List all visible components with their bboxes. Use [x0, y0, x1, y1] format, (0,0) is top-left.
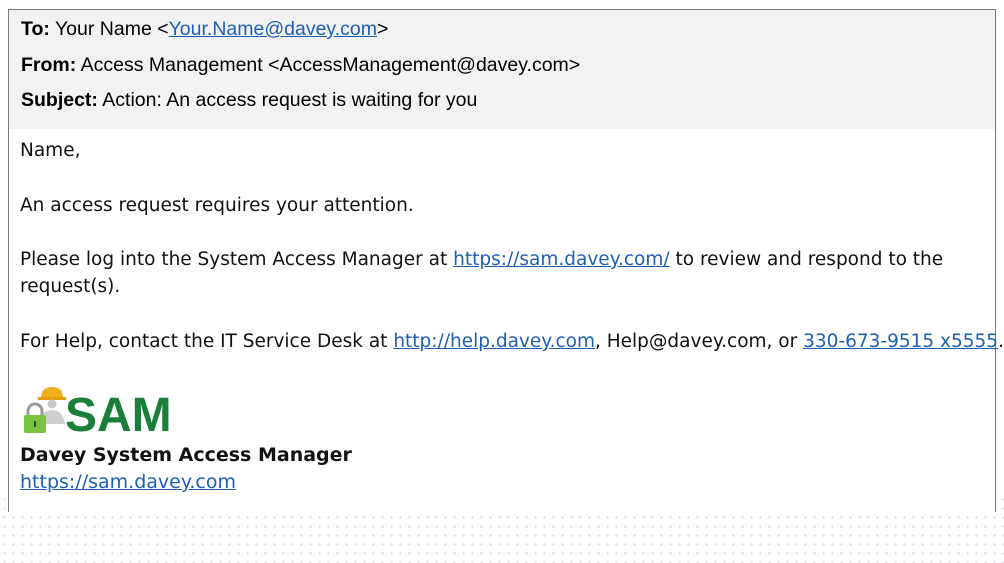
greeting: Name,: [20, 140, 81, 161]
signature-title: Davey System Access Manager: [20, 444, 352, 466]
signature-link[interactable]: https://sam.davey.com: [20, 471, 236, 493]
padlock-icon: [26, 402, 44, 416]
subject-value: Action: An access request is waiting for…: [102, 89, 478, 111]
line3-end: .: [998, 331, 1004, 352]
line2-post: to review and respond to the: [669, 249, 944, 270]
from-row: From: Access Management <AccessManagemen…: [21, 54, 580, 77]
line3-text: For Help, contact the IT Service Desk at: [20, 331, 394, 352]
to-row: To: Your Name <Your.Name@davey.com>: [21, 18, 388, 41]
from-label: From:: [21, 54, 77, 76]
to-close: >: [377, 18, 389, 40]
to-address-link[interactable]: Your.Name@davey.com: [169, 18, 377, 40]
sam-logo-text: SAM: [65, 389, 172, 436]
line2-text: Please log into the System Access Manage…: [20, 249, 454, 270]
hardhat-icon: [41, 387, 63, 398]
to-name: Your Name <: [54, 18, 169, 40]
help-link[interactable]: http://help.davey.com: [393, 331, 595, 352]
line3-mid: , Help@davey.com, or: [594, 331, 804, 352]
body-line-3: For Help, contact the IT Service Desk at…: [20, 331, 1004, 352]
subject-label: Subject:: [21, 89, 98, 111]
phone-link[interactable]: 330-673-9515 x5555: [803, 331, 998, 352]
body-line-1: An access request requires your attentio…: [20, 195, 414, 216]
sam-logo: SAM: [24, 387, 172, 436]
email-message: To: Your Name <Your.Name@davey.com> From…: [8, 9, 1004, 512]
body-line-2-cont: request(s).: [20, 276, 121, 297]
body-line-2: Please log into the System Access Manage…: [20, 249, 943, 270]
from-value: Access Management <AccessManagement@dave…: [80, 54, 581, 76]
subject-row: Subject: Action: An access request is wa…: [21, 89, 477, 112]
sam-link[interactable]: https://sam.davey.com/: [453, 249, 670, 270]
to-label: To:: [21, 18, 50, 40]
